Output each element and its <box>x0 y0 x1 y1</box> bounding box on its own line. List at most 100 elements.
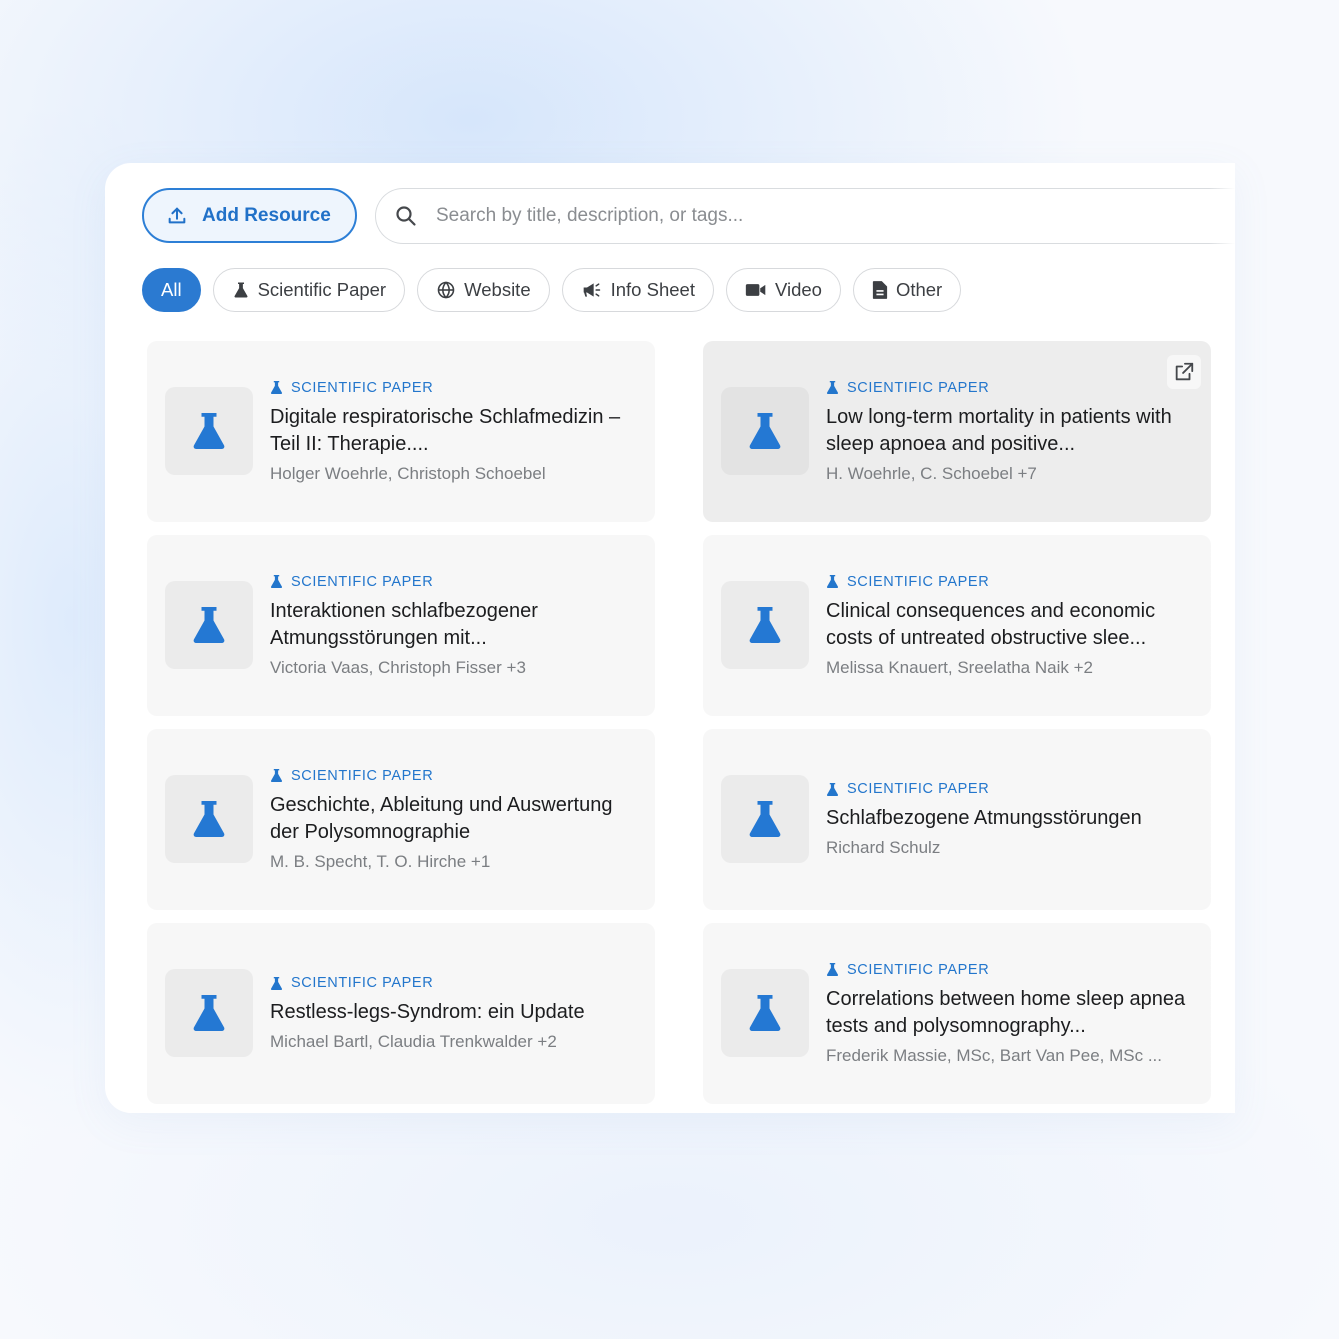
resource-type: SCIENTIFIC PAPER <box>270 380 641 396</box>
external-link-icon <box>1175 362 1194 381</box>
resource-type: SCIENTIFIC PAPER <box>270 574 641 590</box>
flask-icon <box>270 976 283 990</box>
resource-title: Geschichte, Ableitung und Auswertung der… <box>270 793 613 843</box>
add-resource-button[interactable]: Add Resource <box>142 188 357 243</box>
resource-title: Correlations between home sleep apnea te… <box>826 987 1186 1037</box>
flask-icon <box>749 607 781 643</box>
filter-label: Other <box>895 279 943 300</box>
flask-icon <box>193 607 225 643</box>
resource-thumbnail <box>721 581 809 669</box>
resource-thumbnail <box>165 775 253 863</box>
resource-info: SCIENTIFIC PAPER Clinical consequences a… <box>826 535 1197 716</box>
resource-title: Schlafbezogene Atmungsstörungen <box>826 807 1142 829</box>
resource-authors: Frederik Massie, MSc, Bart Van Pee, MSc … <box>826 1045 1163 1065</box>
resource-thumbnail <box>721 387 809 475</box>
resource-title: Low long-term mortality in patients with… <box>826 405 1172 455</box>
resource-type: SCIENTIFIC PAPER <box>826 781 1197 797</box>
resource-thumbnail <box>721 775 809 863</box>
resource-title: Restless-legs-Syndrom: ein Update <box>270 1001 585 1023</box>
resource-type: SCIENTIFIC PAPER <box>826 380 1197 396</box>
resource-card[interactable]: SCIENTIFIC PAPER Clinical consequences a… <box>703 535 1211 716</box>
flask-icon <box>826 381 839 394</box>
filter-label: Video <box>774 279 822 300</box>
megaphone-icon <box>583 283 600 297</box>
resource-type-label: SCIENTIFIC PAPER <box>291 767 434 784</box>
resource-authors: H. Woehrle, C. Schoebel +7 <box>826 463 1037 483</box>
globe-icon <box>437 281 455 299</box>
resource-authors: Michael Bartl, Claudia Trenkwalder +2 <box>270 1032 557 1051</box>
resource-type: SCIENTIFIC PAPER <box>826 574 1197 590</box>
resource-card[interactable]: SCIENTIFIC PAPER Low long-term mortality… <box>703 341 1211 522</box>
flask-icon <box>749 995 781 1031</box>
resource-type-label: SCIENTIFIC PAPER <box>291 573 434 590</box>
resource-info: SCIENTIFIC PAPER Geschichte, Ableitung u… <box>270 729 641 910</box>
open-external-button[interactable] <box>1167 355 1201 389</box>
flask-icon <box>193 801 225 837</box>
resource-card[interactable]: SCIENTIFIC PAPER Schlafbezogene Atmungss… <box>703 729 1211 910</box>
resource-type-label: SCIENTIFIC PAPER <box>847 781 990 797</box>
resource-type-label: SCIENTIFIC PAPER <box>291 379 434 396</box>
resource-info: SCIENTIFIC PAPER Interaktionen schlafbez… <box>270 535 641 716</box>
flask-icon <box>270 575 283 588</box>
resource-card[interactable]: SCIENTIFIC PAPER Digitale respiratorisch… <box>147 341 655 522</box>
flask-icon <box>270 769 283 782</box>
resource-authors: Richard Schulz <box>826 838 941 857</box>
resource-info: SCIENTIFIC PAPER Schlafbezogene Atmungss… <box>826 729 1197 910</box>
search-bar[interactable] <box>375 188 1235 244</box>
flask-icon <box>234 282 248 298</box>
resource-type-label: SCIENTIFIC PAPER <box>847 961 990 978</box>
filter-other[interactable]: Other <box>852 268 962 312</box>
flask-icon <box>270 381 283 394</box>
resource-type-label: SCIENTIFIC PAPER <box>847 379 990 396</box>
flask-icon <box>826 575 839 588</box>
video-camera-icon <box>745 284 766 296</box>
resource-title: Interaktionen schlafbezogener Atmungsstö… <box>270 599 538 649</box>
resource-type-label: SCIENTIFIC PAPER <box>291 975 434 991</box>
filter-website[interactable]: Website <box>417 268 550 312</box>
resource-authors: Holger Woehrle, Christoph Schoebel <box>270 463 546 483</box>
resource-type: SCIENTIFIC PAPER <box>826 962 1197 978</box>
flask-icon <box>749 413 781 449</box>
upload-icon <box>168 207 186 223</box>
resource-authors: Melissa Knauert, Sreelatha Naik +2 <box>826 657 1093 677</box>
resource-library-panel: Add Resource All Scientific Paper Websit… <box>105 163 1235 1113</box>
resource-thumbnail <box>165 969 253 1057</box>
resource-info: SCIENTIFIC PAPER Correlations between ho… <box>826 923 1197 1104</box>
add-resource-label: Add Resource <box>202 204 331 226</box>
flask-icon <box>826 782 839 796</box>
search-input[interactable] <box>436 205 1136 227</box>
resource-authors: M. B. Specht, T. O. Hirche +1 <box>270 851 491 871</box>
resource-type-label: SCIENTIFIC PAPER <box>847 573 990 590</box>
filter-label: All <box>161 279 182 300</box>
resource-card[interactable]: SCIENTIFIC PAPER Interaktionen schlafbez… <box>147 535 655 716</box>
resource-card[interactable]: SCIENTIFIC PAPER Geschichte, Ableitung u… <box>147 729 655 910</box>
filter-info-sheet[interactable]: Info Sheet <box>561 268 714 312</box>
resource-info: SCIENTIFIC PAPER Restless-legs-Syndrom: … <box>270 923 641 1104</box>
resource-thumbnail <box>721 969 809 1057</box>
filter-video[interactable]: Video <box>725 268 841 312</box>
resource-title: Clinical consequences and economic costs… <box>826 599 1156 649</box>
flask-icon <box>826 963 839 976</box>
resource-info: SCIENTIFIC PAPER Low long-term mortality… <box>826 341 1197 522</box>
flask-icon <box>193 995 225 1031</box>
resource-thumbnail <box>165 581 253 669</box>
filter-all[interactable]: All <box>142 268 201 312</box>
resource-type: SCIENTIFIC PAPER <box>270 768 641 784</box>
flask-icon <box>193 413 225 449</box>
resource-info: SCIENTIFIC PAPER Digitale respiratorisch… <box>270 341 641 522</box>
filter-scientific-paper[interactable]: Scientific Paper <box>212 268 406 312</box>
filter-label: Scientific Paper <box>257 279 387 300</box>
search-icon <box>396 206 416 226</box>
resource-title: Digitale respiratorische Schlafmedizin –… <box>270 405 621 455</box>
filter-label: Website <box>464 279 531 300</box>
filter-label: Info Sheet <box>610 279 695 300</box>
resource-card[interactable]: SCIENTIFIC PAPER Restless-legs-Syndrom: … <box>147 923 655 1104</box>
resource-card[interactable]: SCIENTIFIC PAPER Correlations between ho… <box>703 923 1211 1104</box>
flask-icon <box>749 801 781 837</box>
document-icon <box>872 281 888 299</box>
filter-chips: All Scientific Paper Website Info Sheet … <box>142 268 962 312</box>
resource-authors: Victoria Vaas, Christoph Fisser +3 <box>270 657 526 677</box>
resource-thumbnail <box>165 387 253 475</box>
resource-type: SCIENTIFIC PAPER <box>270 975 641 991</box>
panel-edge-fade <box>1209 163 1235 1113</box>
